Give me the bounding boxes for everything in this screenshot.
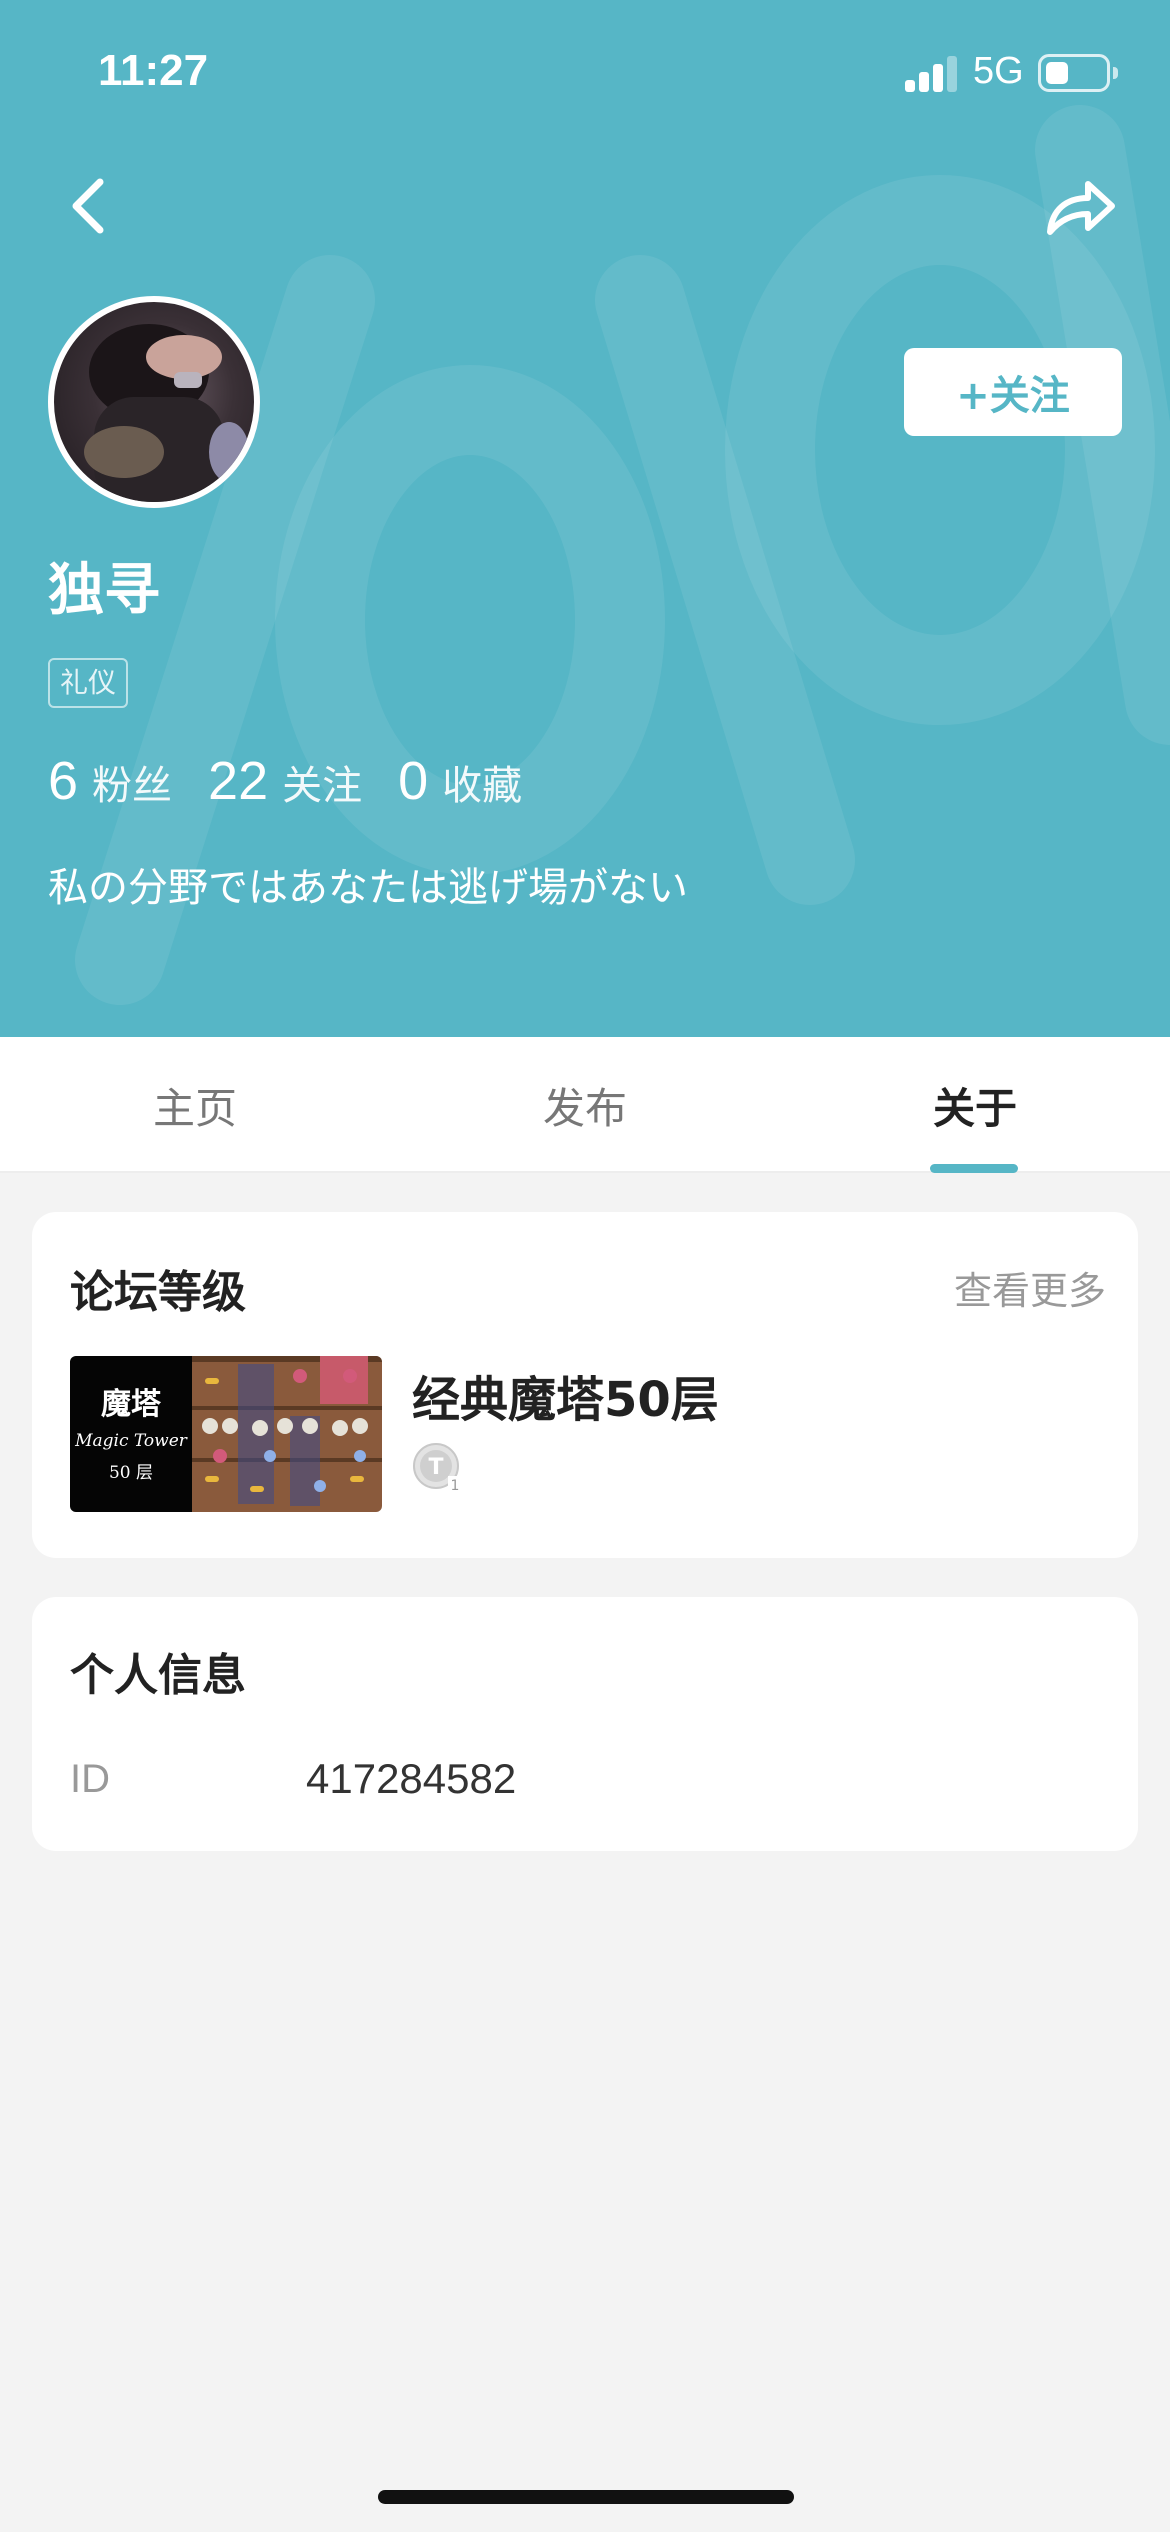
username: 独寻 — [48, 558, 160, 623]
view-more-link[interactable]: 查看更多 — [954, 1260, 1106, 1315]
personal-info-card: 个人信息 ID 417284582 — [32, 1597, 1138, 1851]
home-indicator[interactable] — [378, 2490, 794, 2504]
tab-about[interactable]: 关于 — [780, 1037, 1170, 1173]
profile-tabs: 主页 发布 关于 — [0, 1037, 1170, 1173]
followers-count[interactable]: 6 — [48, 750, 78, 812]
user-tag: 礼仪 — [48, 658, 129, 708]
id-label: ID — [70, 1757, 110, 1801]
network-type: 5G — [973, 50, 1024, 92]
game-name[interactable]: 经典魔塔50层 — [412, 1360, 719, 1430]
favorites-label[interactable]: 收藏 — [442, 753, 522, 811]
level-badge-icon: T 1 — [413, 1443, 462, 1494]
avatar[interactable] — [48, 296, 260, 508]
active-tab-indicator — [930, 1164, 1018, 1173]
tab-home[interactable]: 主页 — [0, 1037, 390, 1173]
favorites-count[interactable]: 0 — [398, 750, 428, 812]
thumb-floor: 50 层 — [109, 1463, 153, 1483]
avatar-photo — [84, 324, 249, 502]
magic-tower-cover: 魔塔 Magic Tower 50 层 — [70, 1356, 382, 1512]
back-button[interactable] — [60, 170, 120, 240]
id-value: 417284582 — [306, 1755, 517, 1802]
following-label[interactable]: 关注 — [282, 753, 362, 811]
following-count[interactable]: 22 — [208, 750, 268, 812]
status-bar: 11:27 5G — [0, 0, 1170, 140]
chevron-left-icon — [72, 178, 104, 234]
user-bio: 私の分野ではあなたは逃げ場がない — [48, 865, 688, 911]
personal-info-title: 个人信息 — [70, 1650, 246, 1701]
battery-icon — [1038, 54, 1118, 92]
profile-stats: 6 粉丝 22 关注 0 收藏 — [48, 750, 558, 812]
thumb-title: 魔塔 — [101, 1387, 162, 1422]
status-time: 11:27 — [98, 46, 209, 95]
game-thumbnail[interactable]: 魔塔 Magic Tower 50 层 — [70, 1356, 382, 1512]
profile-header: 11:27 5G +关注 独寻 礼仪 6 粉丝 22 关注 0 收藏 私の分野で… — [0, 0, 1170, 1037]
level-badge-letter: T — [428, 1455, 443, 1480]
signal-icon — [905, 56, 957, 92]
share-arrow-icon — [1047, 181, 1115, 235]
level-badge-number: 1 — [451, 1478, 460, 1494]
forum-level-card: 论坛等级 查看更多 魔塔 Magic Tower 50 层 经典魔塔50层 T … — [32, 1212, 1138, 1558]
thumb-subtitle: Magic Tower — [74, 1431, 188, 1451]
followers-label[interactable]: 粉丝 — [92, 753, 172, 811]
tab-posts[interactable]: 发布 — [390, 1037, 780, 1173]
share-button[interactable] — [1040, 170, 1120, 240]
forum-level-title: 论坛等级 — [70, 1267, 246, 1318]
follow-button[interactable]: +关注 — [904, 348, 1122, 436]
